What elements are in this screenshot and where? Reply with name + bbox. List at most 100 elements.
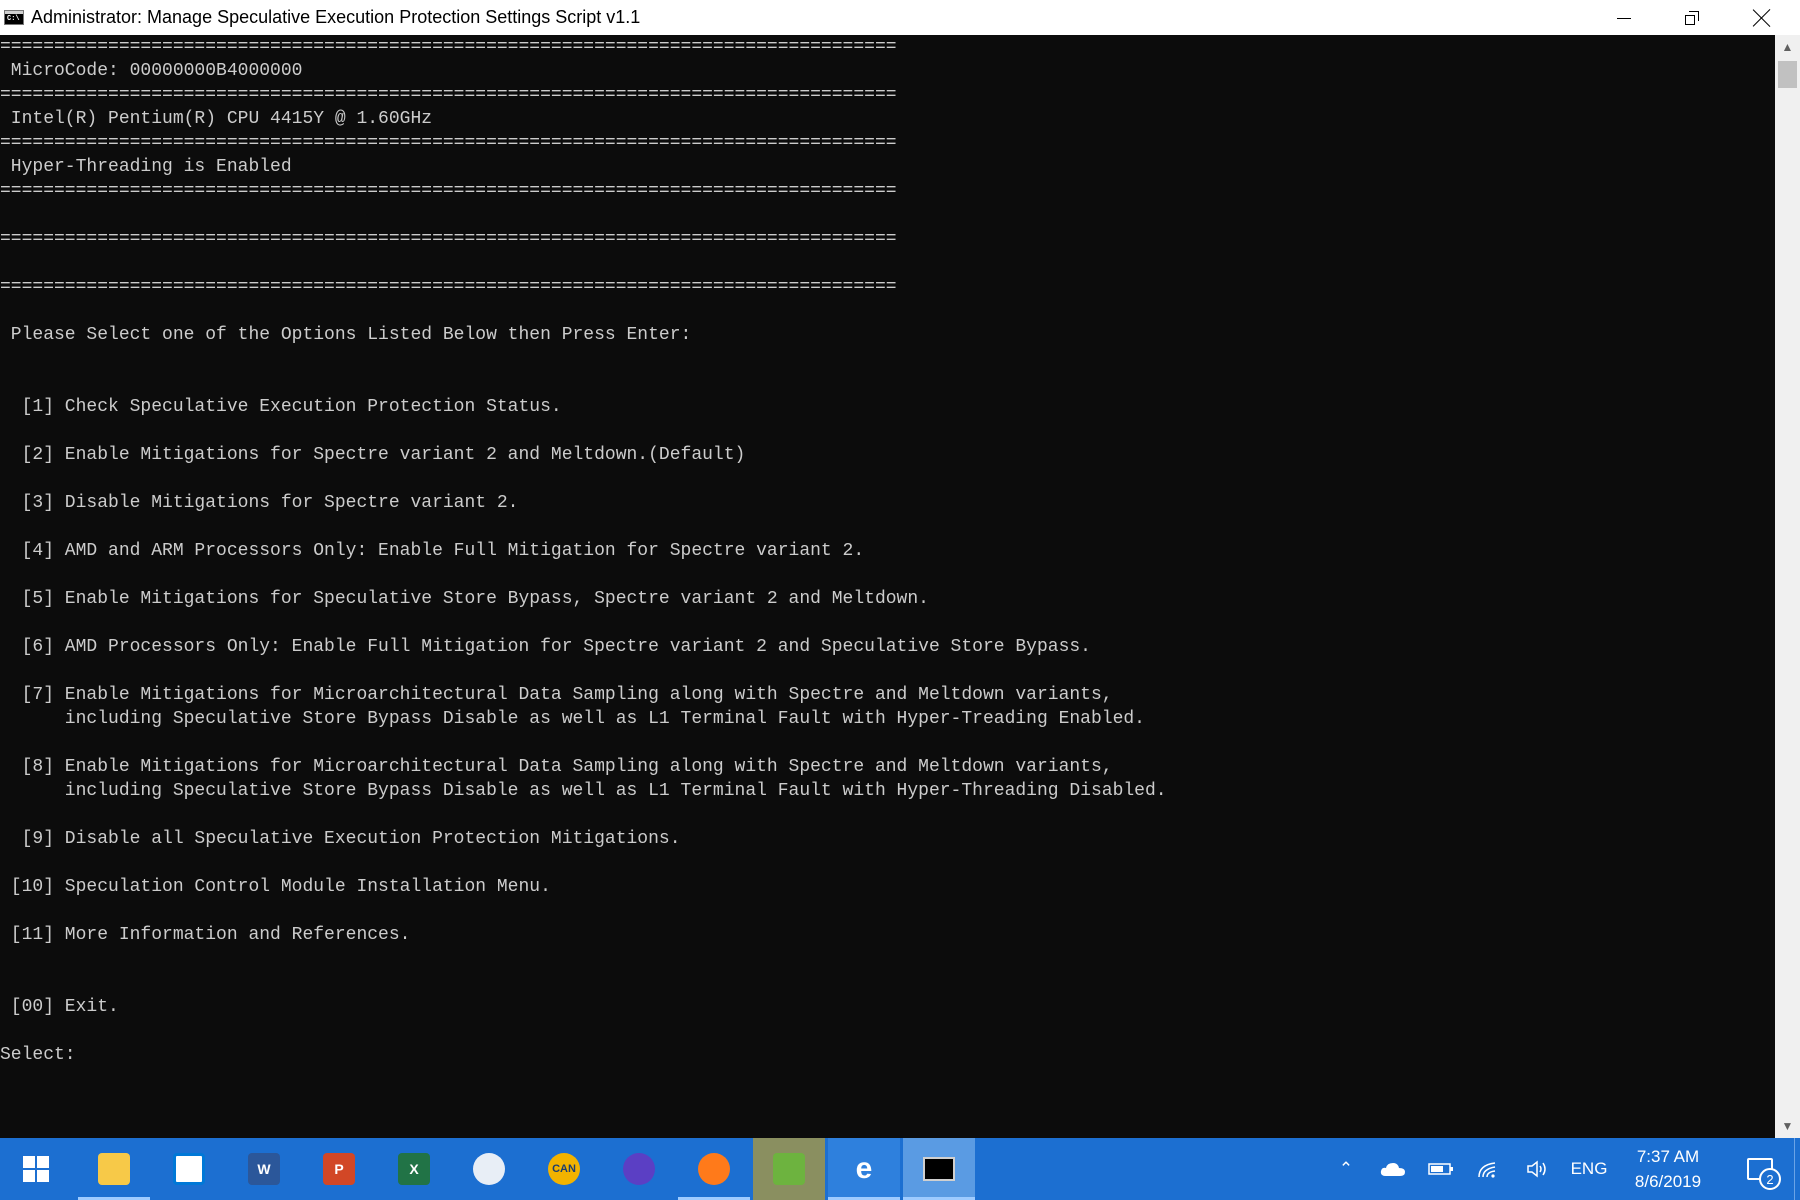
console-line: Hyper-Threading is Enabled [0,157,292,177]
restore-icon [1685,10,1699,25]
wifi-icon [1478,1162,1496,1178]
close-icon [1753,9,1771,27]
console-line: MicroCode: 00000000B4000000 [0,61,303,81]
powerpoint-icon: P [323,1153,355,1185]
store-icon [173,1153,205,1185]
start-button[interactable] [0,1138,72,1200]
console-line: [7] Enable Mitigations for Microarchitec… [0,685,1113,705]
close-button[interactable] [1733,0,1791,35]
firefox-nightly-icon [623,1153,655,1185]
chevron-down-icon: ▼ [1781,1119,1794,1133]
console-line: ========================================… [0,181,897,201]
console-line: ========================================… [0,133,897,153]
battery-tray-icon[interactable] [1420,1138,1462,1200]
cmd-window-icon[interactable]: C:\ [4,10,24,25]
taskbar-app-edge-canary[interactable]: CAN [528,1138,600,1200]
taskbar-app-firefox[interactable] [678,1138,750,1200]
console-line: ========================================… [0,229,897,249]
minimize-button[interactable] [1595,0,1653,35]
scrollbar-thumb[interactable] [1778,61,1797,88]
speaker-icon [1527,1160,1546,1178]
folder-icon [98,1153,130,1185]
show-hidden-icons-button[interactable]: ⌃ [1326,1138,1366,1200]
console-line: ========================================… [0,37,897,57]
console-line: Select: [0,1045,76,1065]
restore-button[interactable] [1663,0,1721,35]
console-text: ========================================… [0,35,1775,1067]
console-line: [00] Exit. [0,997,119,1017]
cloud-icon [473,1153,505,1185]
taskbar-app-excel[interactable]: X [378,1138,450,1200]
chevron-up-icon: ⌃ [1338,1159,1354,1178]
action-center-button[interactable]: 2 [1735,1138,1785,1200]
vertical-scrollbar[interactable]: ▲ ▼ [1775,35,1800,1138]
battery-icon [1428,1163,1453,1175]
cloud-icon [1380,1163,1405,1176]
taskbar-app-command-prompt[interactable] [903,1138,975,1200]
show-desktop-button[interactable] [1794,1138,1795,1200]
console-line: [1] Check Speculative Execution Protecti… [0,397,562,417]
volume-tray-icon[interactable] [1516,1138,1558,1200]
notification-count-badge: 2 [1759,1168,1781,1190]
windows-logo-icon [23,1156,49,1182]
language-label: ENG [1570,1159,1608,1178]
console-line: [6] AMD Processors Only: Enable Full Mit… [0,637,1091,657]
console-line: ========================================… [0,85,897,105]
taskbar-app-feed-reader[interactable] [753,1138,825,1200]
console-line: including Speculative Store Bypass Disab… [0,709,1145,729]
edge-canary-icon: CAN [548,1153,580,1185]
console-line: [9] Disable all Speculative Execution Pr… [0,829,681,849]
taskbar-app-powerpoint[interactable]: P [303,1138,375,1200]
console-line: [11] More Information and References. [0,925,411,945]
scroll-down-button[interactable]: ▼ [1775,1114,1800,1138]
console-line: Please Select one of the Options Listed … [0,325,692,345]
console-line: ========================================… [0,277,897,297]
console-line: [8] Enable Mitigations for Microarchitec… [0,757,1113,777]
clock-time: 7:37 AM [1636,1147,1700,1166]
taskbar-app-edge[interactable]: e [828,1138,900,1200]
notification-icon: 2 [1747,1158,1781,1190]
console-line: Intel(R) Pentium(R) CPU 4415Y @ 1.60GHz [0,109,433,129]
console-line: [3] Disable Mitigations for Spectre vari… [0,493,519,513]
title-bar[interactable]: C:\ Administrator: Manage Speculative Ex… [0,0,1800,35]
console-output[interactable]: ========================================… [0,35,1775,1138]
console-line: [4] AMD and ARM Processors Only: Enable … [0,541,865,561]
edge-icon: e [855,1152,873,1185]
language-indicator[interactable]: ENG [1564,1138,1614,1200]
minimize-icon [1617,18,1631,19]
wifi-tray-icon[interactable] [1468,1138,1510,1200]
clock-date: 8/6/2019 [1634,1172,1702,1191]
taskbar-app-microsoft-store[interactable] [153,1138,225,1200]
clock[interactable]: 7:37 AM 8/6/2019 [1618,1144,1718,1194]
cmd-icon-text: C:\ [7,15,20,23]
word-icon: W [248,1153,280,1185]
chevron-up-icon: ▲ [1781,40,1794,54]
taskbar: W P X CAN e ⌃ ENG 7:37 AM 8/6/2019 2 [0,1138,1800,1200]
scroll-up-button[interactable]: ▲ [1775,35,1800,59]
taskbar-app-word[interactable]: W [228,1138,300,1200]
console-line: [5] Enable Mitigations for Speculative S… [0,589,929,609]
taskbar-app-cloud-app[interactable] [453,1138,525,1200]
taskbar-app-file-explorer[interactable] [78,1138,150,1200]
excel-icon: X [398,1153,430,1185]
console-line: [2] Enable Mitigations for Spectre varia… [0,445,746,465]
console-line: [10] Speculation Control Module Installa… [0,877,551,897]
taskbar-app-firefox-nightly[interactable] [603,1138,675,1200]
onedrive-tray-icon[interactable] [1372,1138,1414,1200]
